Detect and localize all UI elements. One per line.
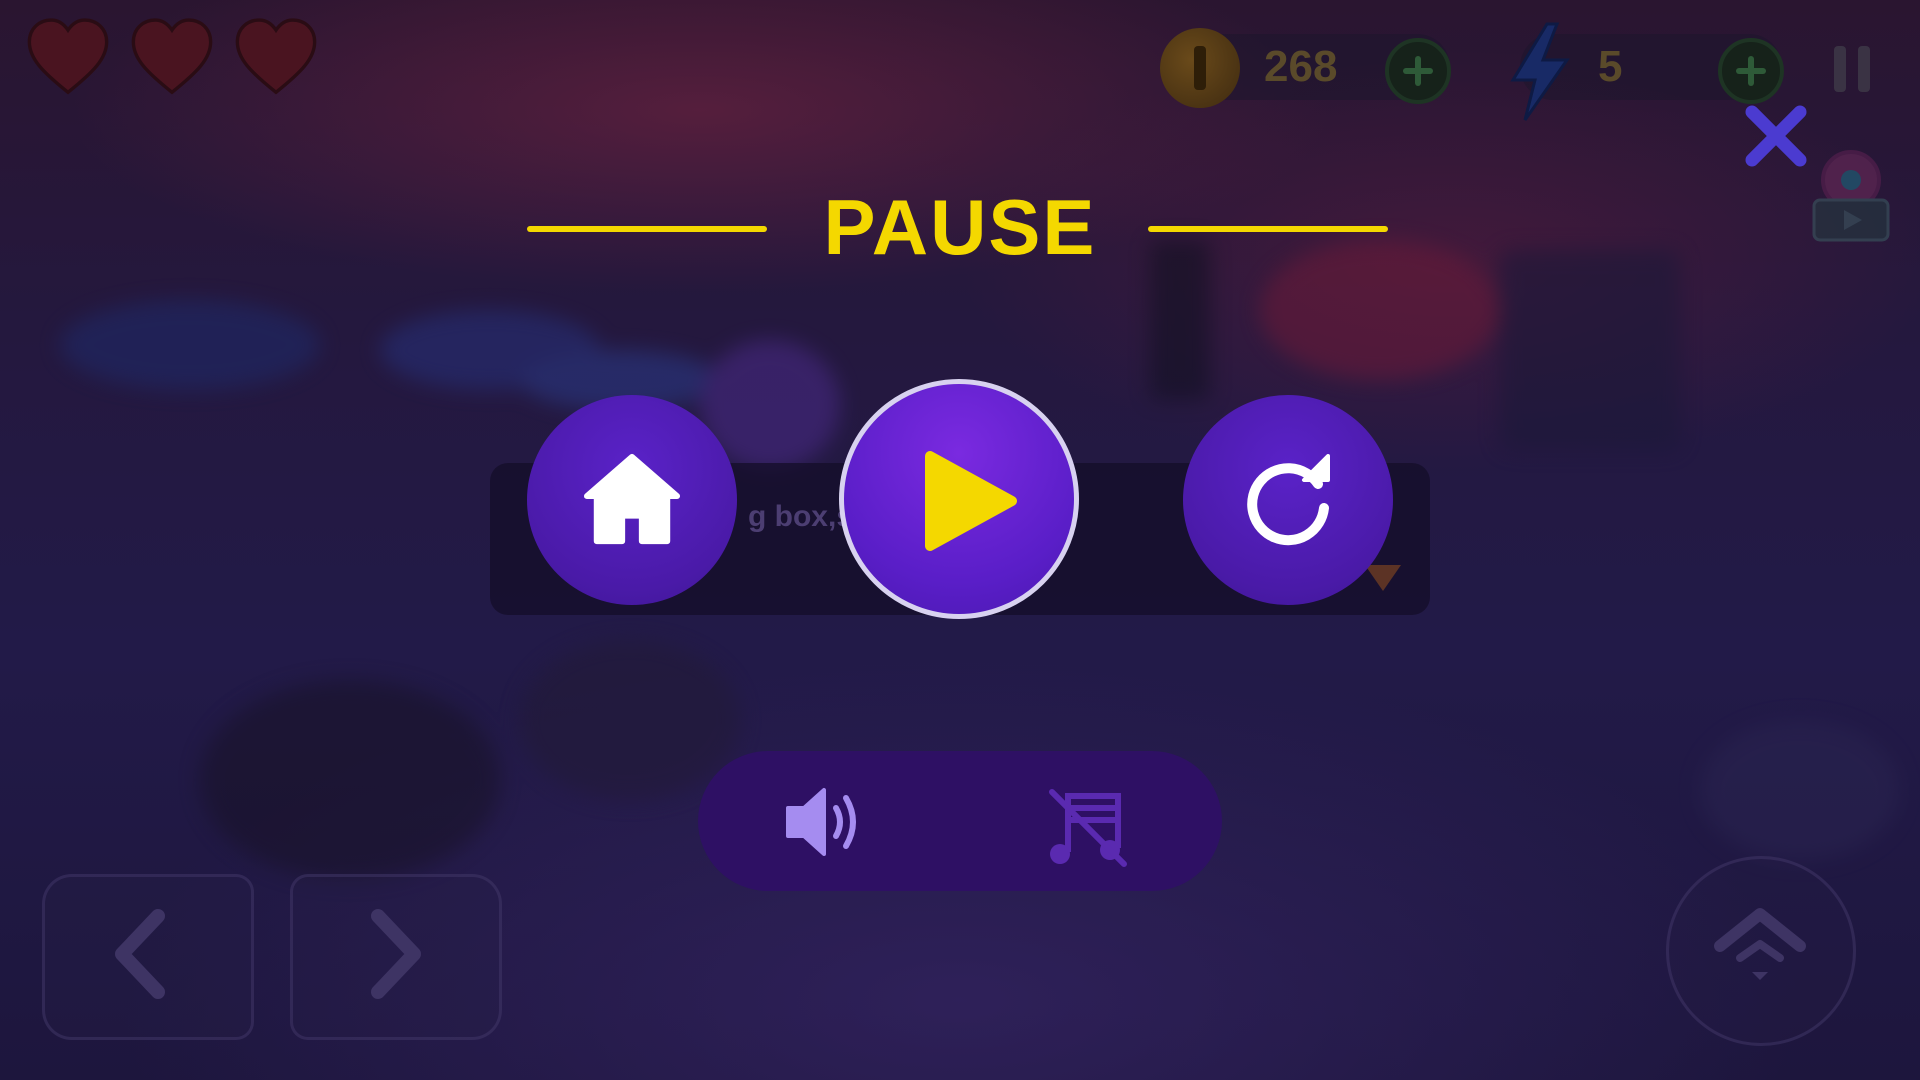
audio-settings-bar <box>698 751 1222 891</box>
lives-hearts <box>26 18 318 96</box>
heart-icon <box>235 18 317 95</box>
hud-pause-icon <box>1834 46 1882 97</box>
lightning-icon <box>1510 22 1570 121</box>
hint-arrow-icon <box>1365 565 1401 591</box>
jump-arrow-icon <box>1714 908 1806 980</box>
restart-icon <box>1247 454 1330 546</box>
coin-icon <box>1160 28 1240 108</box>
chevron-left-icon <box>115 909 165 999</box>
pause-title: PAUSE <box>823 183 1097 271</box>
restart-button[interactable] <box>1183 395 1393 605</box>
close-icon[interactable] <box>1740 100 1812 172</box>
title-divider-right <box>1148 226 1388 232</box>
music-off-icon[interactable] <box>1046 786 1128 868</box>
energy-count: 5 <box>1598 42 1623 91</box>
coin-count: 268 <box>1264 42 1338 91</box>
heart-icon <box>131 18 213 95</box>
chevron-right-icon <box>371 909 421 999</box>
add-coins-button[interactable] <box>1385 38 1451 104</box>
heart-icon <box>27 18 109 95</box>
title-divider-left <box>527 226 767 232</box>
home-icon <box>583 453 681 545</box>
resume-button[interactable] <box>839 379 1079 619</box>
sound-icon[interactable] <box>784 782 868 862</box>
play-icon <box>925 451 1017 551</box>
add-energy-button[interactable] <box>1718 38 1784 104</box>
home-button[interactable] <box>527 395 737 605</box>
video-reward-icon[interactable] <box>1808 148 1894 244</box>
game-screen: g box,sa 268 5 PAUSE <box>0 0 1920 1080</box>
